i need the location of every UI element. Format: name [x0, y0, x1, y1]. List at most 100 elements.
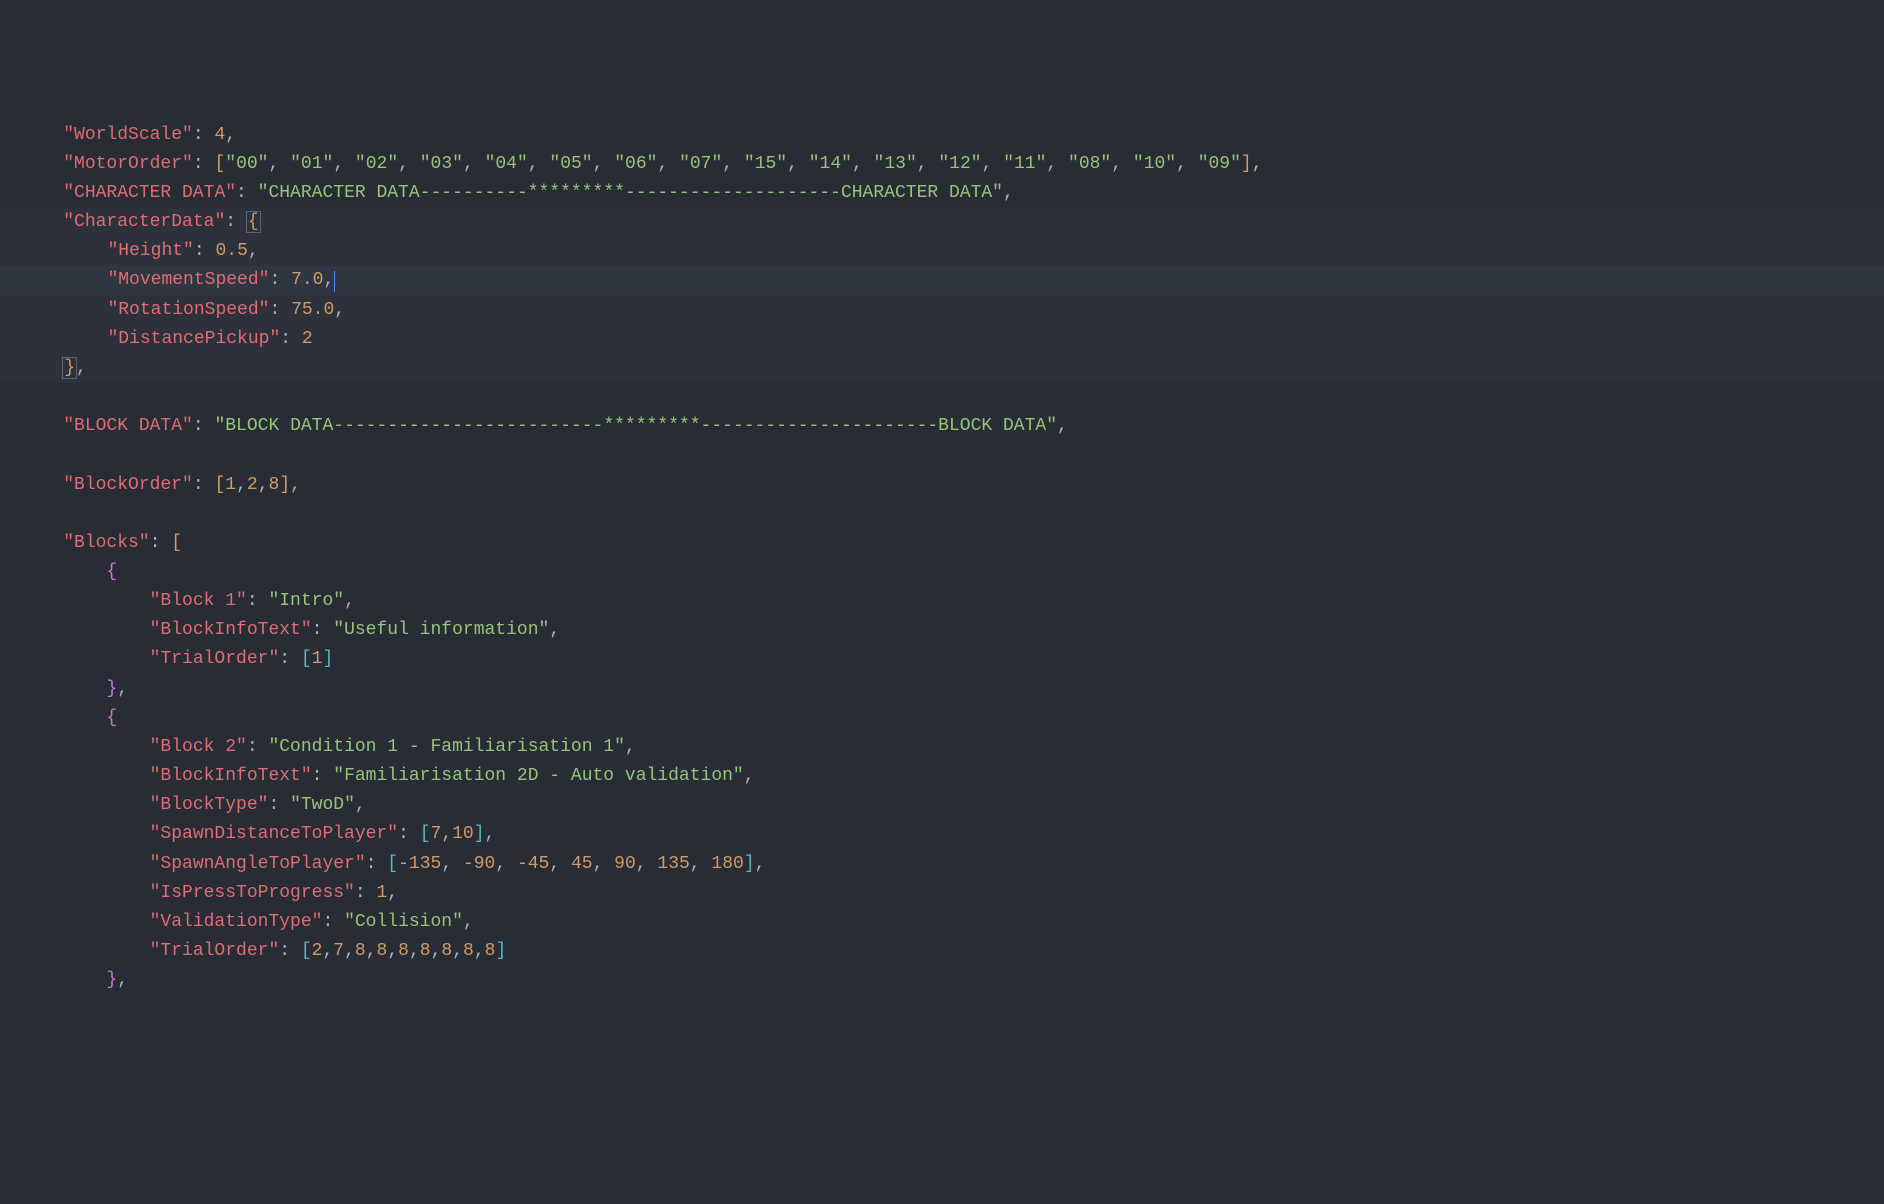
code-line[interactable]: "CHARACTER DATA": "CHARACTER DATA-------… — [0, 179, 1884, 208]
token-punct: , — [528, 154, 550, 174]
code-line[interactable]: "BlockOrder": [1,2,8], — [0, 471, 1884, 500]
token-number: 0.5 — [215, 241, 247, 261]
token-key: "Block 1" — [150, 591, 247, 611]
code-line[interactable]: "BLOCK DATA": "BLOCK DATA---------------… — [0, 412, 1884, 441]
token-punct: : — [279, 649, 301, 669]
token-string: "15" — [744, 154, 787, 174]
token-punct: : — [193, 125, 215, 145]
code-line[interactable]: "CharacterData": { — [0, 208, 1884, 237]
token-key: "CHARACTER DATA" — [63, 183, 236, 203]
token-punct: : — [247, 591, 269, 611]
token-punct: : — [247, 737, 269, 757]
code-line[interactable]: "WorldScale": 4, — [0, 121, 1884, 150]
token-punct: , — [398, 154, 420, 174]
token-punct: : — [269, 270, 291, 290]
code-line[interactable] — [0, 500, 1884, 529]
token-key: "BlockOrder" — [63, 475, 193, 495]
code-line[interactable] — [0, 441, 1884, 470]
code-line[interactable]: "TrialOrder": [2,7,8,8,8,8,8,8,8] — [0, 937, 1884, 966]
token-punct: , — [333, 154, 355, 174]
token-string: "Condition 1 - Familiarisation 1" — [268, 737, 624, 757]
code-line[interactable]: "TrialOrder": [1] — [0, 645, 1884, 674]
token-number: 8 — [485, 941, 496, 961]
token-key: "Block 2" — [150, 737, 247, 757]
token-punct: , — [1057, 416, 1068, 436]
token-number: 45 — [571, 854, 593, 874]
token-string: "09" — [1198, 154, 1241, 174]
token-string: "12" — [938, 154, 981, 174]
token-bracket1: } — [62, 357, 77, 379]
token-punct: , — [441, 854, 463, 874]
token-key: "MovementSpeed" — [107, 270, 269, 290]
code-line[interactable]: "SpawnAngleToPlayer": [-135, -90, -45, 4… — [0, 850, 1884, 879]
token-punct: , — [463, 154, 485, 174]
token-number: 7 — [333, 941, 344, 961]
token-number: -45 — [517, 854, 549, 874]
code-line[interactable]: "DistancePickup": 2 — [0, 325, 1884, 354]
token-punct: : — [236, 183, 258, 203]
code-line[interactable]: "Block 1": "Intro", — [0, 587, 1884, 616]
token-punct: , — [755, 854, 766, 874]
token-number: 8 — [463, 941, 474, 961]
code-line[interactable]: "Height": 0.5, — [0, 237, 1884, 266]
code-line[interactable]: }, — [0, 675, 1884, 704]
code-line[interactable]: "Blocks": [ — [0, 529, 1884, 558]
token-punct: , — [722, 154, 744, 174]
code-line[interactable]: }, — [0, 966, 1884, 995]
token-punct: , — [76, 358, 87, 378]
code-line[interactable]: "SpawnDistanceToPlayer": [7,10], — [0, 820, 1884, 849]
token-bracket3: ] — [322, 649, 333, 669]
code-line[interactable]: "BlockType": "TwoD", — [0, 791, 1884, 820]
code-line[interactable]: { — [0, 558, 1884, 587]
token-number: 75.0 — [291, 300, 334, 320]
code-line[interactable]: "BlockInfoText": "Familiarisation 2D - A… — [0, 762, 1884, 791]
token-punct: : — [279, 941, 301, 961]
token-number: 2 — [302, 329, 313, 349]
token-punct: : — [355, 883, 377, 903]
code-line[interactable]: "Block 2": "Condition 1 - Familiarisatio… — [0, 733, 1884, 762]
token-key: "BlockInfoText" — [150, 766, 312, 786]
token-punct: : — [312, 620, 334, 640]
code-editor[interactable]: "WorldScale": 4, "MotorOrder": ["00", "0… — [0, 121, 1884, 996]
token-number: 8 — [269, 475, 280, 495]
token-string: "03" — [420, 154, 463, 174]
token-string: "02" — [355, 154, 398, 174]
token-bracket1: [ — [214, 475, 225, 495]
token-bracket3: ] — [744, 854, 755, 874]
code-line[interactable]: { — [0, 704, 1884, 733]
code-line[interactable]: "BlockInfoText": "Useful information", — [0, 616, 1884, 645]
token-key: "SpawnAngleToPlayer" — [150, 854, 366, 874]
token-punct: , — [452, 941, 463, 961]
token-punct: , — [495, 854, 517, 874]
token-punct: : — [193, 416, 215, 436]
token-bracket1: ] — [1241, 154, 1252, 174]
token-punct: : — [193, 154, 215, 174]
token-string: "06" — [614, 154, 657, 174]
token-key: "ValidationType" — [150, 912, 323, 932]
token-number: 1 — [312, 649, 323, 669]
token-key: "TrialOrder" — [150, 941, 280, 961]
code-line[interactable]: "ValidationType": "Collision", — [0, 908, 1884, 937]
token-string: "13" — [874, 154, 917, 174]
token-number: 1 — [376, 883, 387, 903]
code-line[interactable] — [0, 383, 1884, 412]
token-punct: , — [225, 125, 236, 145]
token-number: 7 — [431, 824, 442, 844]
code-line[interactable]: }, — [0, 354, 1884, 383]
token-punct: , — [322, 941, 333, 961]
token-punct: , — [117, 970, 128, 990]
code-line[interactable]: "RotationSpeed": 75.0, — [0, 296, 1884, 325]
token-punct: : — [150, 533, 172, 553]
token-punct: , — [625, 737, 636, 757]
code-line[interactable]: "MovementSpeed": 7.0, — [0, 266, 1884, 295]
code-line[interactable]: "IsPressToProgress": 1, — [0, 879, 1884, 908]
token-punct: : — [366, 854, 388, 874]
token-string: "04" — [485, 154, 528, 174]
token-bracket1: [ — [171, 533, 182, 553]
token-number: 180 — [711, 854, 743, 874]
token-punct: : — [268, 795, 290, 815]
token-number: 7.0 — [291, 270, 323, 290]
token-string: "11" — [1003, 154, 1046, 174]
token-number: 1 — [225, 475, 236, 495]
code-line[interactable]: "MotorOrder": ["00", "01", "02", "03", "… — [0, 150, 1884, 179]
